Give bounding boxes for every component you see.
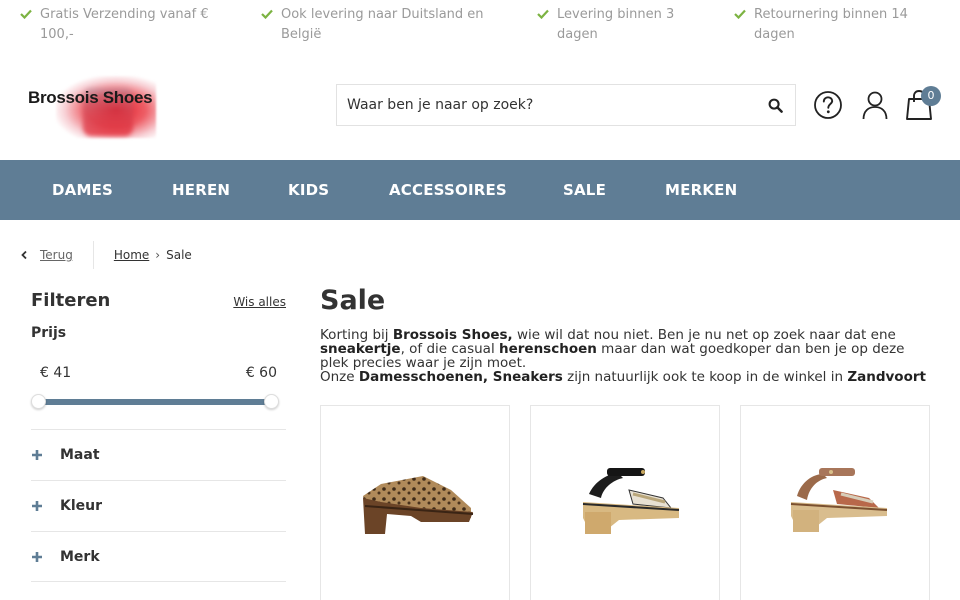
usp-bar: Gratis Verzending vanaf € 100,- Ook leve… (0, 0, 960, 48)
product-image[interactable] (561, 446, 691, 546)
search-bar (336, 84, 796, 126)
filter-sidebar: Filteren Wis alles Prijs € 41 € 60 Maat … (31, 290, 286, 582)
check-icon (537, 9, 549, 19)
logo-text: Brossois Shoes (28, 88, 153, 107)
search-icon (768, 98, 783, 113)
facet-color[interactable]: Kleur (31, 480, 286, 531)
intro-text: zijn natuurlijk ook te koop in de winkel… (562, 369, 848, 385)
facet-label: Kleur (60, 498, 103, 514)
product-image[interactable] (771, 446, 901, 546)
account-button[interactable] (859, 88, 891, 122)
chevron-right-icon: › (155, 248, 161, 262)
usp-text: Retournering binnen 14 dagen (754, 7, 908, 42)
nav-heren[interactable]: HEREN (172, 160, 230, 220)
price-filter-label: Prijs (31, 325, 67, 341)
facet-label: Merk (60, 548, 100, 565)
back-link[interactable]: Terug (20, 248, 73, 262)
nav-sale[interactable]: SALE (563, 160, 606, 220)
help-button[interactable] (812, 88, 844, 122)
nav-merken[interactable]: MERKEN (665, 160, 737, 220)
check-icon (261, 9, 273, 19)
plus-icon (32, 450, 42, 460)
price-max-value: € 60 (245, 365, 277, 381)
site-logo[interactable]: Brossois Shoes (28, 70, 168, 142)
usp-delivery-germany-belgium: Ook levering naar Duitsland en België (261, 5, 491, 45)
breadcrumb-home[interactable]: Home (114, 248, 149, 262)
price-slider-min-handle[interactable] (31, 394, 46, 409)
category-intro: Korting bij Brossois Shoes, wie wil dat … (320, 328, 930, 384)
price-slider-track (38, 399, 272, 405)
product-image[interactable] (351, 446, 481, 546)
intro-text: Onze (320, 369, 359, 385)
usp-text: Levering binnen 3 dagen (557, 7, 675, 42)
cart-count-badge: 0 (921, 86, 941, 106)
intro-bold: Damesschoenen, Sneakers (358, 369, 563, 385)
page-title: Sale (320, 285, 386, 316)
back-link-label[interactable]: Terug (40, 248, 73, 262)
breadcrumb-current: Sale (166, 248, 192, 262)
breadcrumb-divider (92, 241, 94, 269)
nav-kids[interactable]: KIDS (288, 160, 329, 220)
usp-free-shipping: Gratis Verzending vanaf € 100,- (20, 5, 230, 45)
nav-dames[interactable]: DAMES (52, 160, 113, 220)
plus-icon (32, 551, 42, 562)
usp-text: Ook levering naar Duitsland en België (281, 7, 484, 42)
plus-icon (32, 501, 42, 511)
user-icon (862, 91, 888, 120)
price-range-slider[interactable] (31, 393, 286, 411)
facet-size[interactable]: Maat (31, 429, 286, 480)
question-icon (814, 91, 842, 119)
main-content: Sale Korting bij Brossois Shoes, wie wil… (320, 285, 930, 600)
filter-header: Filteren Wis alles (31, 290, 286, 311)
usp-delivery-time: Levering binnen 3 dagen (537, 5, 687, 45)
search-button[interactable] (755, 85, 795, 125)
chevron-left-icon (21, 250, 27, 260)
product-card[interactable] (530, 405, 720, 600)
intro-bold: Zandvoort (847, 369, 926, 385)
usp-returns: Retournering binnen 14 dagen (734, 5, 914, 45)
product-card[interactable] (740, 405, 930, 600)
product-card[interactable] (320, 405, 510, 600)
product-grid (320, 405, 930, 600)
facet-brand[interactable]: Merk (31, 531, 286, 582)
facet-list: Maat Kleur Merk (31, 429, 286, 582)
nav-accessoires[interactable]: ACCESSOIRES (389, 160, 507, 220)
main-nav: DAMES HEREN KIDS ACCESSOIRES SALE MERKEN (0, 160, 960, 220)
price-min-value: € 41 (40, 365, 72, 381)
usp-text: Gratis Verzending vanaf € 100,- (40, 7, 209, 42)
clear-filters-link[interactable]: Wis alles (233, 295, 286, 309)
check-icon (20, 9, 32, 19)
facet-label: Maat (60, 447, 100, 463)
price-slider-max-handle[interactable] (264, 394, 279, 409)
breadcrumb: Terug Home › Sale (20, 240, 192, 270)
price-range-values: € 41 € 60 (31, 365, 286, 383)
filter-title: Filteren (31, 290, 111, 311)
search-input[interactable] (337, 85, 755, 125)
check-icon (734, 9, 746, 19)
